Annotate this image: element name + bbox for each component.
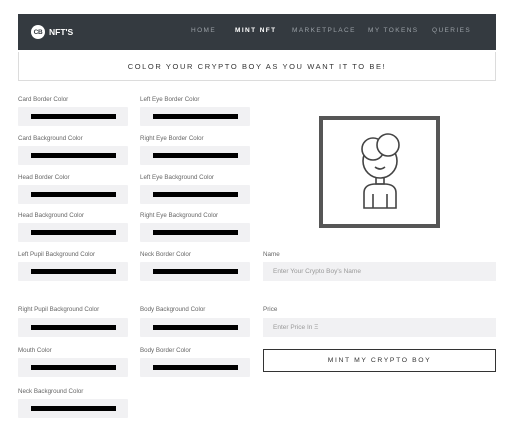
nav-link-home[interactable]: HOME: [191, 27, 216, 34]
right-eye-shape: [376, 133, 400, 157]
color-swatch: [153, 325, 238, 330]
mint-crypto-boy-button[interactable]: MINT MY CRYPTO BOY: [263, 349, 496, 372]
right-eye-background-color-picker[interactable]: [140, 223, 250, 242]
nav-link-mint-nft[interactable]: MINT NFT: [235, 27, 277, 34]
left-pupil-background-color-label: Left Pupil Background Color: [18, 251, 96, 258]
color-swatch: [31, 230, 116, 235]
crypto-boy-preview: [319, 116, 440, 228]
right-pupil-background-color-label: Right Pupil Background Color: [18, 306, 100, 313]
card-background-color-label: Card Background Color: [18, 135, 83, 142]
color-swatch: [31, 192, 116, 197]
card-border-color-picker[interactable]: [18, 107, 128, 126]
name-label: Name: [263, 251, 280, 258]
color-swatch: [31, 153, 116, 158]
color-swatch: [31, 325, 116, 330]
left-eye-background-color-picker[interactable]: [140, 185, 250, 204]
head-border-color-label: Head Border Color: [18, 174, 70, 181]
color-swatch: [31, 269, 116, 274]
name-input[interactable]: [263, 262, 496, 281]
body-background-color-label: Body Background Color: [140, 306, 206, 313]
mouth-color-picker[interactable]: [18, 358, 128, 377]
left-eye-border-color-picker[interactable]: [140, 107, 250, 126]
right-eye-border-color-label: Right Eye Border Color: [140, 135, 204, 142]
card-border-color-label: Card Border Color: [18, 96, 69, 103]
body-background-color-picker[interactable]: [140, 318, 250, 337]
head-background-color-picker[interactable]: [18, 223, 128, 242]
color-swatch: [153, 269, 238, 274]
left-eye-background-color-label: Left Eye Background Color: [140, 174, 214, 181]
color-swatch: [153, 365, 238, 370]
color-swatch: [153, 153, 238, 158]
body-shape: [363, 183, 397, 209]
mouth-color-label: Mouth Color: [18, 347, 52, 354]
right-pupil-background-color-picker[interactable]: [18, 318, 128, 337]
head-border-color-picker[interactable]: [18, 185, 128, 204]
neck-background-color-picker[interactable]: [18, 399, 128, 418]
neck-border-color-picker[interactable]: [140, 262, 250, 281]
color-swatch: [31, 114, 116, 119]
color-swatch: [153, 192, 238, 197]
page-heading-banner: COLOR YOUR CRYPTO BOY AS YOU WANT IT TO …: [18, 52, 496, 81]
card-background-color-picker[interactable]: [18, 146, 128, 165]
body-border-color-picker[interactable]: [140, 358, 250, 377]
neck-shape: [375, 178, 385, 185]
nav-links: HOME MINT NFT MARKETPLACE MY TOKENS QUER…: [18, 14, 496, 50]
color-swatch: [31, 365, 116, 370]
head-background-color-label: Head Background Color: [18, 212, 85, 219]
mouth-shape: [374, 166, 386, 170]
body-border-color-label: Body Border Color: [140, 347, 191, 354]
color-swatch: [153, 230, 238, 235]
page-heading: COLOR YOUR CRYPTO BOY AS YOU WANT IT TO …: [127, 61, 387, 71]
nav-link-marketplace[interactable]: MARKETPLACE: [292, 27, 356, 34]
neck-background-color-label: Neck Background Color: [18, 388, 84, 395]
navbar: CB NFT'S HOME MINT NFT MARKETPLACE MY TO…: [18, 14, 496, 50]
color-swatch: [31, 406, 116, 411]
left-eye-border-color-label: Left Eye Border Color: [140, 96, 200, 103]
right-eye-border-color-picker[interactable]: [140, 146, 250, 165]
nav-link-my-tokens[interactable]: MY TOKENS: [368, 27, 419, 34]
crypto-boy-icon: [361, 133, 400, 209]
color-swatch: [153, 114, 238, 119]
right-eye-background-color-label: Right Eye Background Color: [140, 212, 219, 219]
neck-border-color-label: Neck Border Color: [140, 251, 191, 258]
price-label: Price: [263, 306, 278, 313]
price-input[interactable]: [263, 318, 496, 337]
nav-link-queries[interactable]: QUERIES: [432, 27, 471, 34]
left-pupil-background-color-picker[interactable]: [18, 262, 128, 281]
